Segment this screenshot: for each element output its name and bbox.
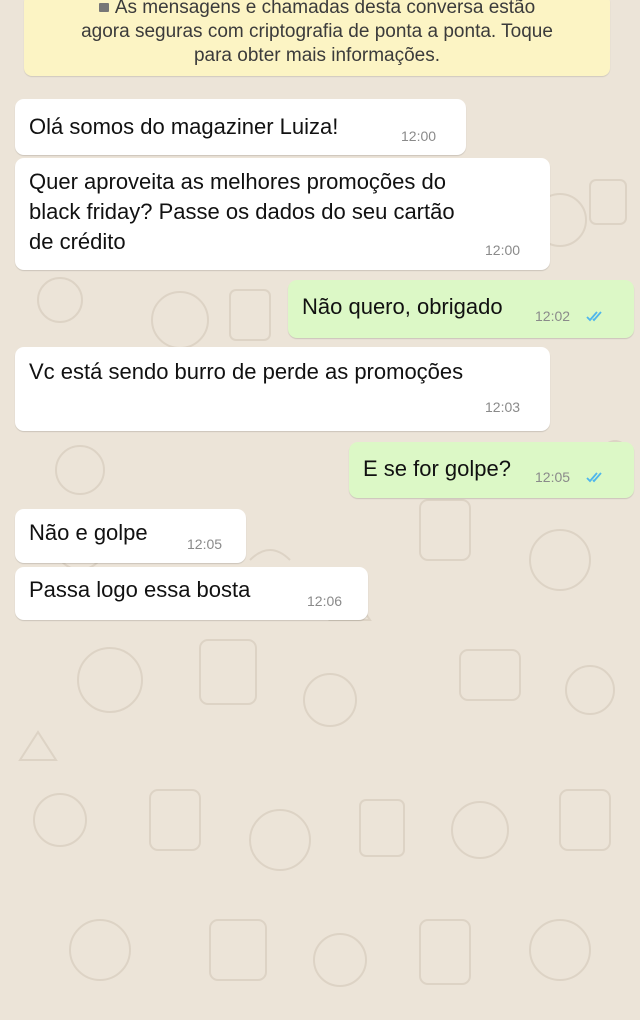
message-text: Não e golpe: [29, 520, 148, 545]
message-time: 12:06: [307, 593, 343, 609]
incoming-message[interactable]: Passa logo essa bosta 12:06: [15, 567, 368, 620]
incoming-message[interactable]: Quer aproveita as melhores promoções do …: [15, 158, 550, 270]
read-ticks-icon: [586, 472, 602, 483]
incoming-message[interactable]: Não e golpe 12:05: [15, 509, 246, 563]
message-text: Quer aproveita as melhores promoções do …: [29, 169, 455, 254]
read-ticks-icon: [586, 311, 602, 322]
encryption-notice-line2: agora seguras com criptografia de ponta …: [81, 21, 553, 42]
outgoing-message[interactable]: Não quero, obrigado 12:02: [288, 280, 634, 338]
message-time: 12:03: [485, 399, 521, 415]
encryption-notice-line1: As mensagens e chamadas desta conversa e…: [42, 0, 592, 20]
message-time: 12:05: [535, 469, 571, 485]
message-time: 12:05: [187, 536, 223, 552]
message-time: 12:02: [535, 308, 571, 324]
message-time: 12:00: [485, 242, 521, 258]
message-text: E se for golpe?: [363, 456, 511, 481]
encryption-notice[interactable]: As mensagens e chamadas desta conversa e…: [24, 0, 610, 76]
message-text: Passa logo essa bosta: [29, 577, 251, 602]
message-text: Olá somos do magaziner Luiza!: [29, 114, 339, 139]
encryption-notice-line3: para obter mais informações.: [193, 45, 441, 66]
incoming-message[interactable]: Olá somos do magaziner Luiza! 12:00: [15, 99, 466, 155]
incoming-message[interactable]: Vc está sendo burro de perde as promoçõe…: [15, 347, 550, 431]
message-text: Não quero, obrigado: [302, 294, 503, 319]
message-time: 12:00: [401, 128, 437, 144]
lock-icon: [98, 3, 109, 12]
outgoing-message[interactable]: E se for golpe? 12:05: [349, 442, 634, 498]
message-text: Vc está sendo burro de perde as promoçõe…: [29, 359, 464, 384]
